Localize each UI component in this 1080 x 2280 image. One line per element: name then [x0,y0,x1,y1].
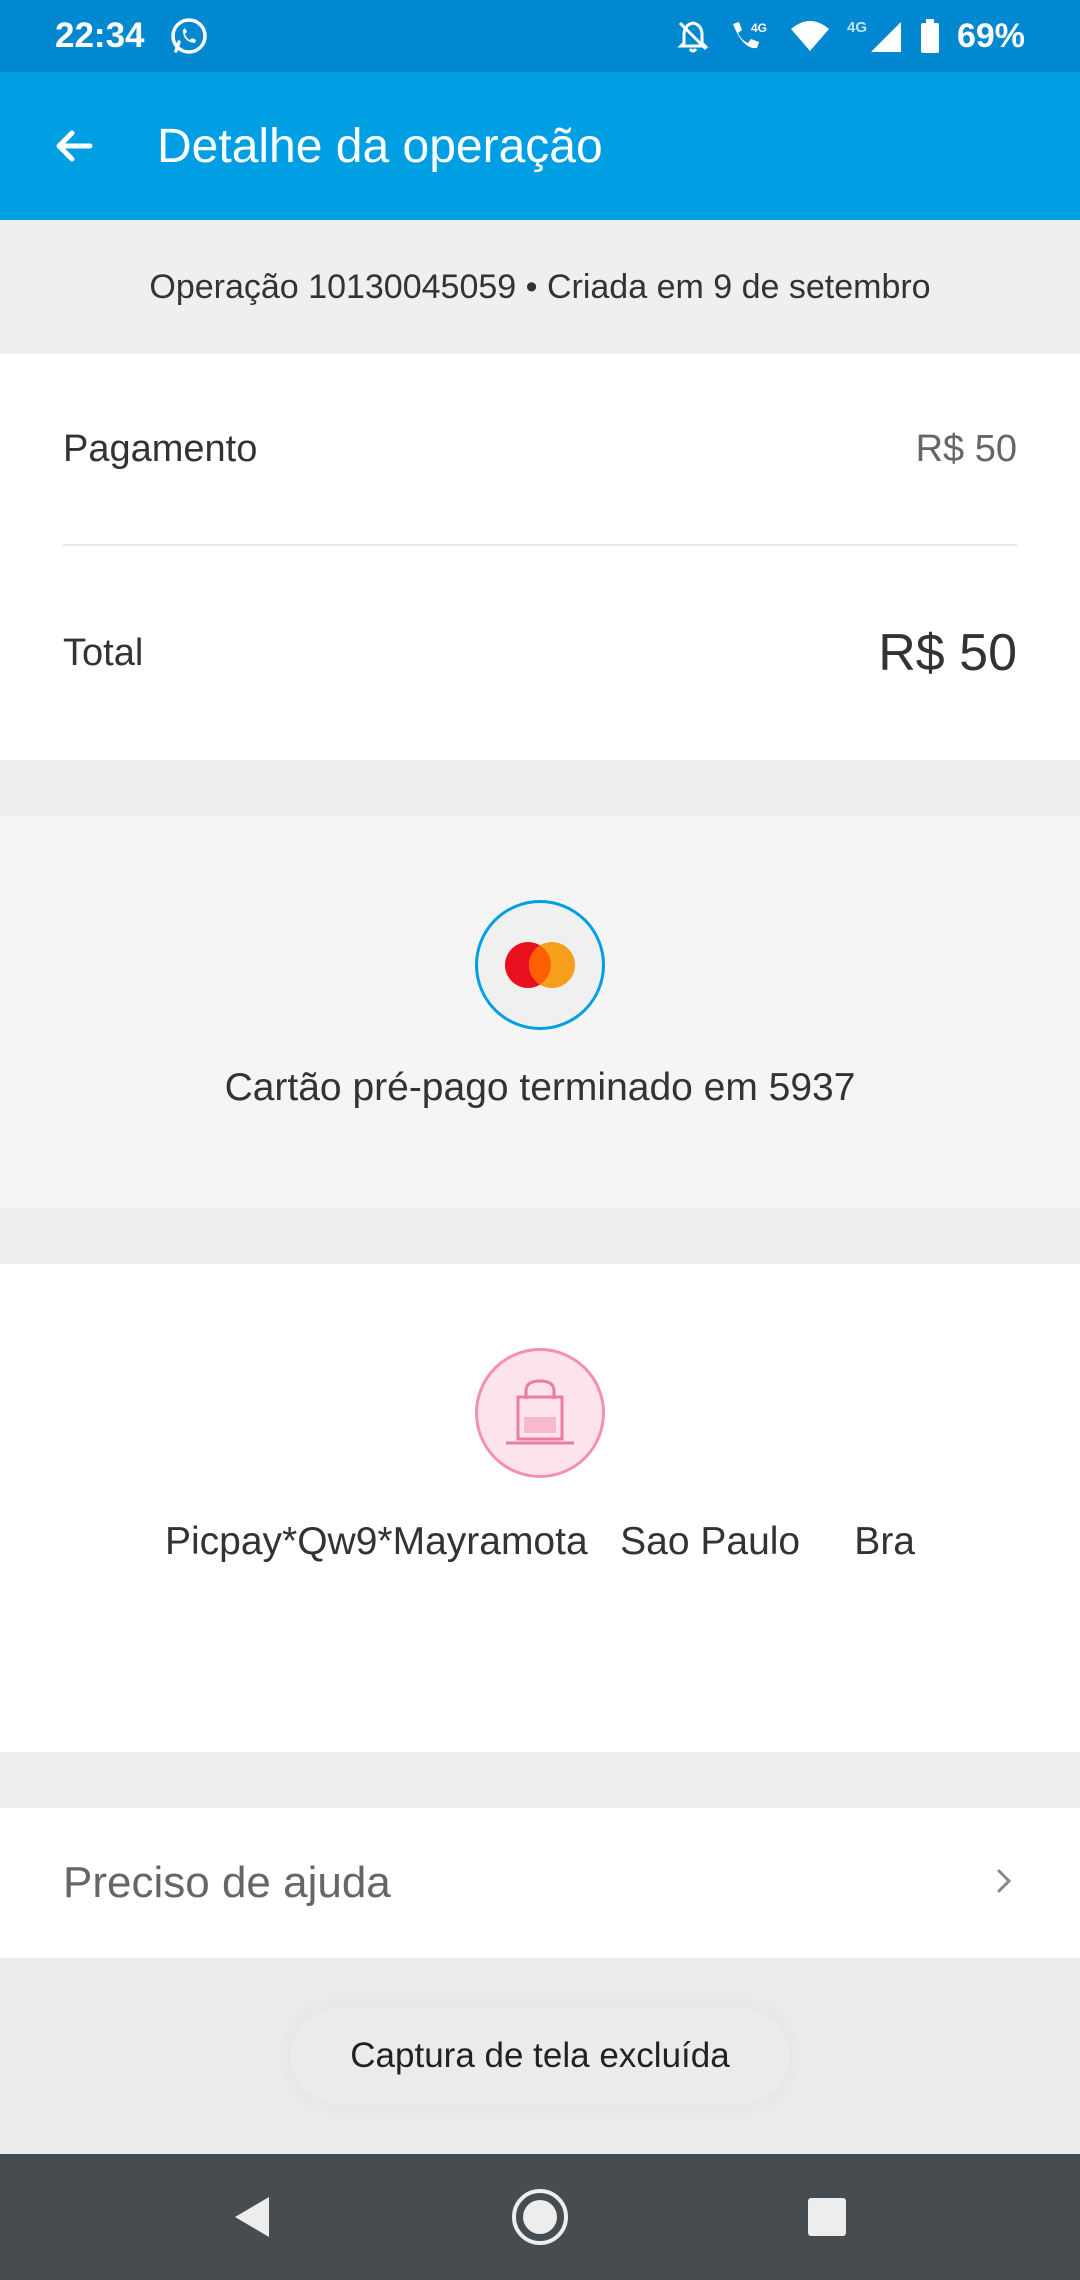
payment-row: Pagamento R$ 50 [63,354,1017,546]
battery-percent: 69% [956,16,1025,55]
toast-message: Captura de tela excluída [290,2008,790,2104]
payment-method-text: Cartão pré-pago terminado em 5937 [224,1066,856,1109]
chevron-right-icon [993,1863,1017,1904]
system-nav-bar [0,2154,1080,2280]
total-row: Total R$ 50 [63,546,1017,760]
status-icons: 4G 4G 69% [675,17,1025,56]
recents-square-icon[interactable] [777,2167,877,2267]
operation-header: Operação 10130045059 • Criada em 9 de se… [0,220,1080,354]
wifi-icon [789,19,831,53]
merchant-section: Picpay*Qw9*Mayramota Sao Paulo Bra [0,1264,1080,1752]
back-triangle-icon[interactable] [203,2167,303,2267]
mastercard-icon [475,900,605,1030]
battery-icon [919,18,941,54]
shopping-bag-icon [475,1348,605,1478]
help-button[interactable]: Preciso de ajuda [0,1808,1080,1958]
help-label: Preciso de ajuda [63,1858,391,1907]
page-title: Detalhe da operação [157,119,603,173]
total-label: Total [63,631,144,674]
total-value: R$ 50 [878,624,1017,682]
bell-off-icon [675,18,711,54]
toast-area: Captura de tela excluída [0,1958,1080,2154]
volte-call-icon: 4G [727,18,773,54]
payment-method-section: Cartão pré-pago terminado em 5937 [0,816,1080,1208]
status-time: 22:34 [55,16,145,55]
network-type: 4G [847,19,867,36]
summary-card: Pagamento R$ 50 Total R$ 50 [0,354,1080,760]
status-bar: 22:34 4G 4G 69% [0,0,1080,72]
app-bar: Detalhe da operação [0,72,1080,220]
back-button[interactable] [0,72,148,220]
whatsapp-icon [169,16,209,56]
arrow-left-icon [56,130,93,162]
signal-icon: 4G [847,18,903,54]
home-circle-icon[interactable] [490,2167,590,2267]
payment-label: Pagamento [63,427,258,470]
merchant-name: Picpay*Qw9*Mayramota Sao Paulo Bra [164,1520,915,1563]
svg-text:4G: 4G [751,21,767,35]
payment-value: R$ 50 [915,427,1017,470]
